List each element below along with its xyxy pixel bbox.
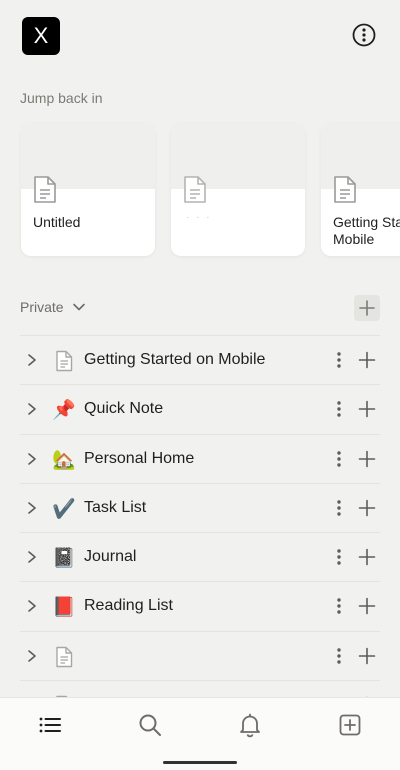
more-vertical-icon[interactable] bbox=[333, 399, 345, 419]
page-tree-row[interactable]: ✔️ Task List bbox=[20, 482, 380, 532]
workspace-switcher-button[interactable]: X bbox=[22, 17, 60, 55]
add-subpage-icon[interactable] bbox=[358, 647, 376, 665]
chevron-down-icon bbox=[73, 303, 85, 311]
page-tree-row[interactable]: 📓 Journal bbox=[20, 532, 380, 581]
page-title: Reading List bbox=[84, 597, 173, 615]
page-tree-row[interactable]: 📕 Reading List bbox=[20, 581, 380, 630]
add-subpage-icon[interactable] bbox=[358, 351, 376, 369]
workspace-icon-letter: X bbox=[33, 23, 49, 48]
page-title: Personal Home bbox=[84, 449, 195, 467]
page-title: Quick Note bbox=[84, 400, 164, 418]
page-tree-row[interactable]: 📌 Quick Note bbox=[20, 384, 380, 433]
notebook-icon: 📓 bbox=[52, 547, 76, 570]
doc-icon bbox=[56, 350, 73, 372]
recent-cards-carousel[interactable]: Untitled · · · Getting Started on Mobile bbox=[0, 120, 400, 260]
doc-icon bbox=[34, 176, 56, 203]
search-icon[interactable] bbox=[137, 712, 163, 738]
recent-card[interactable]: Untitled bbox=[21, 123, 155, 256]
private-section-label: Private bbox=[20, 298, 64, 315]
more-vertical-icon[interactable] bbox=[333, 449, 345, 469]
house-icon: 🏡 bbox=[52, 448, 76, 471]
private-section-header[interactable]: Private bbox=[20, 295, 380, 322]
card-title: Untitled bbox=[33, 214, 81, 230]
new-page-icon[interactable] bbox=[337, 712, 363, 738]
pushpin-icon: 📌 bbox=[52, 399, 76, 422]
add-private-page-button[interactable] bbox=[354, 295, 380, 321]
bell-icon[interactable] bbox=[237, 712, 263, 738]
chevron-right-icon[interactable] bbox=[26, 452, 38, 466]
more-vertical-icon[interactable] bbox=[333, 596, 345, 616]
page-tree-row[interactable] bbox=[20, 680, 380, 697]
add-subpage-icon[interactable] bbox=[358, 400, 376, 418]
add-subpage-icon[interactable] bbox=[358, 499, 376, 517]
page-tree-row[interactable]: 🏡 Personal Home bbox=[20, 433, 380, 483]
doc-icon bbox=[184, 176, 206, 203]
chevron-right-icon[interactable] bbox=[26, 402, 38, 416]
doc-icon bbox=[334, 176, 356, 203]
home-list-icon[interactable] bbox=[37, 712, 63, 738]
chevron-right-icon[interactable] bbox=[26, 353, 38, 367]
chevron-right-icon[interactable] bbox=[26, 649, 38, 663]
doc-icon bbox=[56, 646, 73, 667]
page-title: Journal bbox=[84, 548, 137, 566]
untitled-placeholder-marks: · · · bbox=[186, 212, 212, 223]
page-title: Getting Started on Mobile bbox=[84, 351, 266, 368]
more-vertical-icon[interactable] bbox=[333, 350, 345, 370]
add-subpage-icon[interactable] bbox=[358, 450, 376, 468]
more-vertical-icon[interactable] bbox=[333, 646, 345, 666]
chevron-right-icon[interactable] bbox=[26, 550, 38, 564]
more-vertical-icon[interactable] bbox=[333, 547, 345, 567]
page-tree-row[interactable]: Getting Started on Mobile bbox=[20, 335, 380, 384]
recent-card[interactable]: Getting Started on Mobile bbox=[321, 123, 400, 256]
add-subpage-icon[interactable] bbox=[358, 548, 376, 566]
chevron-right-icon[interactable] bbox=[26, 501, 38, 515]
recent-section-label: Jump back in bbox=[20, 90, 103, 106]
book-icon: 📕 bbox=[52, 596, 76, 619]
bottom-navigation bbox=[0, 697, 400, 770]
home-indicator bbox=[163, 761, 237, 764]
card-title: Getting Started on Mobile bbox=[333, 214, 400, 247]
check-icon: ✔️ bbox=[52, 497, 76, 520]
more-options-icon[interactable] bbox=[352, 23, 376, 47]
recent-card[interactable]: · · · bbox=[171, 123, 305, 256]
chevron-right-icon[interactable] bbox=[26, 599, 38, 613]
page-tree-row[interactable] bbox=[20, 630, 380, 680]
private-page-list: Getting Started on Mobile 📌 Quick Note 🏡 Per… bbox=[20, 335, 380, 697]
add-subpage-icon[interactable] bbox=[358, 597, 376, 615]
top-bar: X bbox=[0, 0, 400, 70]
page-title: Task List bbox=[84, 498, 147, 516]
more-vertical-icon[interactable] bbox=[333, 498, 345, 518]
